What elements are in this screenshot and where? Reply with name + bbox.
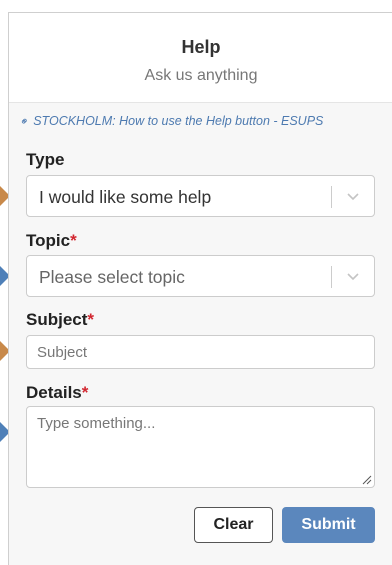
required-asterisk: * xyxy=(87,310,95,329)
chevron-down-icon[interactable] xyxy=(346,189,360,203)
submit-button[interactable]: Submit xyxy=(282,507,375,543)
page: Help Ask us anything ⚭ STOCKHOLM: How to… xyxy=(0,0,392,565)
details-label: Details* xyxy=(26,383,88,403)
panel-header: Help Ask us anything xyxy=(9,13,392,103)
panel-subtitle: Ask us anything xyxy=(144,67,258,84)
subject-label-text: Subject xyxy=(26,310,88,329)
resize-handle-icon[interactable] xyxy=(362,475,372,485)
topic-label-text: Topic xyxy=(26,231,71,250)
subject-input[interactable] xyxy=(26,335,375,369)
details-textarea[interactable] xyxy=(26,406,375,488)
type-select-separator xyxy=(331,186,332,208)
type-select-value: I would like some help xyxy=(39,187,212,207)
required-asterisk: * xyxy=(81,383,89,402)
details-label-text: Details xyxy=(26,383,82,402)
topic-select-separator xyxy=(331,266,332,288)
type-label: Type xyxy=(26,150,64,170)
type-select[interactable]: I would like some help xyxy=(26,175,375,217)
chevron-down-icon[interactable] xyxy=(346,269,360,283)
help-article-link[interactable]: ⚭ STOCKHOLM: How to use the Help button … xyxy=(17,113,324,129)
required-asterisk: * xyxy=(70,231,77,250)
topic-label: Topic* xyxy=(26,231,77,251)
panel-title: Help xyxy=(181,37,221,57)
help-article-link-text: STOCKHOLM: How to use the Help button - … xyxy=(33,114,324,128)
topic-select[interactable]: Please select topic xyxy=(26,255,375,297)
clear-button[interactable]: Clear xyxy=(194,507,273,543)
subject-label: Subject* xyxy=(26,310,94,330)
type-label-text: Type xyxy=(26,150,65,169)
topic-select-placeholder: Please select topic xyxy=(39,267,185,287)
link-icon: ⚭ xyxy=(17,113,33,129)
